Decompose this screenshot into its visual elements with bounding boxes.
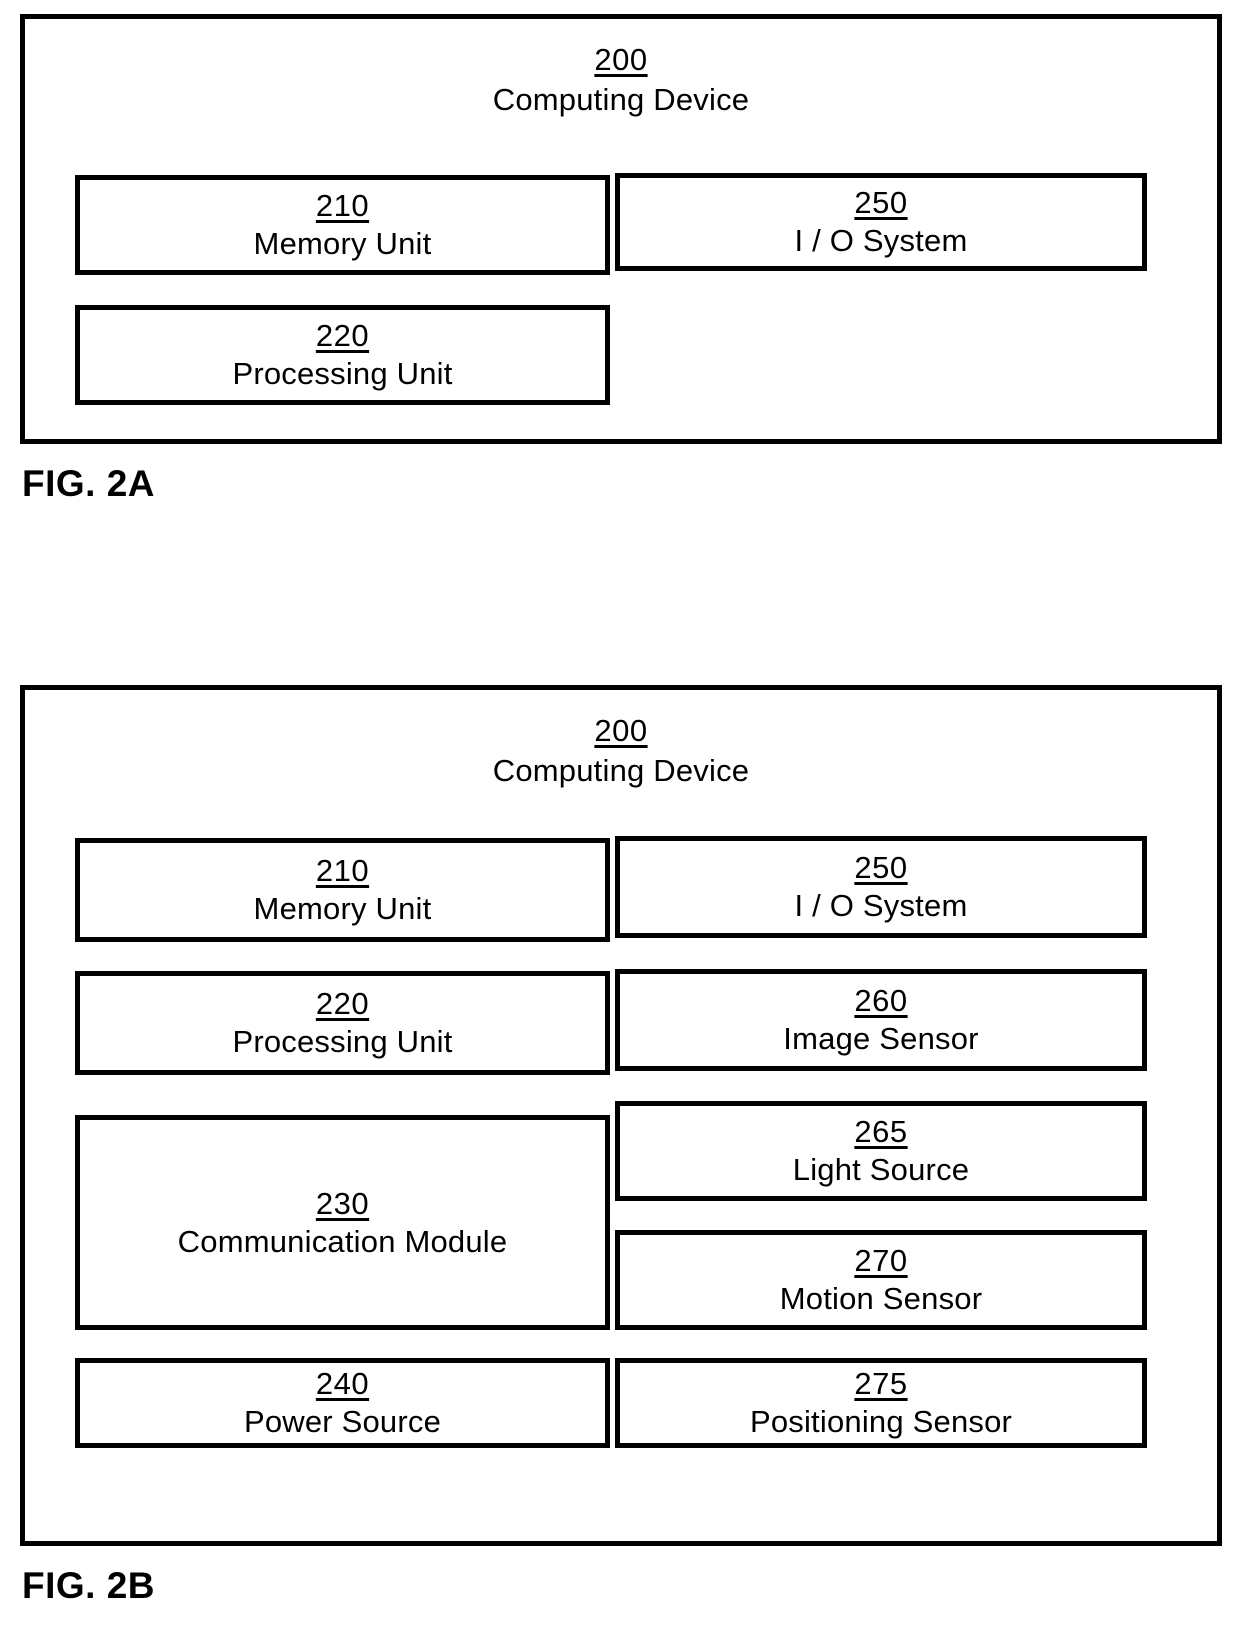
fig2b-memory-unit-label: Memory Unit — [253, 891, 432, 926]
fig2b-device-title: 200 Computing Device — [25, 712, 1217, 790]
fig2b-block-image-sensor: 260 Image Sensor — [615, 969, 1147, 1071]
fig2b-power-source-ref-number: 240 — [315, 1366, 370, 1401]
fig2b-block-io-system: 250 I / O System — [615, 836, 1147, 938]
fig2b-motion-sensor-label: Motion Sensor — [779, 1281, 983, 1316]
fig2a-device-ref-number: 200 — [594, 42, 648, 77]
fig2b-motion-sensor-ref-number: 270 — [854, 1243, 908, 1278]
fig2b-light-source-ref-number: 265 — [854, 1114, 908, 1149]
fig2b-image-sensor-ref-number: 260 — [854, 983, 908, 1018]
fig2b-device-name: Computing Device — [492, 752, 750, 788]
fig2b-block-light-source: 265 Light Source — [615, 1101, 1147, 1201]
figure-2b-caption: FIG. 2B — [22, 1565, 156, 1606]
fig2b-communication-module-label: Communication Module — [177, 1223, 508, 1259]
fig2b-block-power-source: 240 Power Source — [75, 1358, 610, 1448]
fig2b-device-ref-number: 200 — [594, 713, 648, 748]
fig2a-io-system-label: I / O System — [794, 223, 968, 258]
fig2b-positioning-sensor-label: Positioning Sensor — [749, 1404, 1013, 1439]
figure-2a-computing-device-block: 200 Computing Device 210 Memory Unit 250… — [20, 14, 1222, 444]
fig2a-block-memory-unit: 210 Memory Unit — [75, 175, 610, 275]
fig2a-memory-unit-label: Memory Unit — [253, 226, 432, 261]
fig2a-processing-unit-label: Processing Unit — [232, 356, 453, 391]
fig2b-communication-module-ref-number: 230 — [315, 1185, 370, 1221]
fig2a-processing-unit-ref-number: 220 — [315, 318, 370, 353]
figure-2a-caption: FIG. 2A — [22, 463, 156, 504]
fig2b-block-communication-module: 230 Communication Module — [75, 1115, 610, 1330]
fig2b-image-sensor-label: Image Sensor — [783, 1021, 979, 1056]
fig2a-block-processing-unit: 220 Processing Unit — [75, 305, 610, 405]
fig2b-memory-unit-ref-number: 210 — [315, 853, 370, 888]
fig2b-block-processing-unit: 220 Processing Unit — [75, 971, 610, 1075]
fig2b-block-motion-sensor: 270 Motion Sensor — [615, 1230, 1147, 1330]
fig2a-device-title: 200 Computing Device — [25, 41, 1217, 119]
fig2a-device-name: Computing Device — [492, 81, 750, 117]
figure-2b-computing-device-block: 200 Computing Device 210 Memory Unit 250… — [20, 685, 1222, 1546]
fig2b-io-system-label: I / O System — [794, 888, 968, 923]
fig2b-block-memory-unit: 210 Memory Unit — [75, 838, 610, 942]
fig2b-processing-unit-label: Processing Unit — [232, 1024, 453, 1059]
fig2b-processing-unit-ref-number: 220 — [315, 986, 370, 1021]
fig2b-positioning-sensor-ref-number: 275 — [854, 1366, 908, 1401]
fig2a-memory-unit-ref-number: 210 — [315, 188, 370, 223]
fig2b-block-positioning-sensor: 275 Positioning Sensor — [615, 1358, 1147, 1448]
fig2b-light-source-label: Light Source — [792, 1152, 970, 1187]
fig2b-io-system-ref-number: 250 — [854, 850, 908, 885]
fig2a-io-system-ref-number: 250 — [854, 185, 908, 220]
fig2b-power-source-label: Power Source — [243, 1404, 442, 1439]
fig2a-block-io-system: 250 I / O System — [615, 173, 1147, 271]
